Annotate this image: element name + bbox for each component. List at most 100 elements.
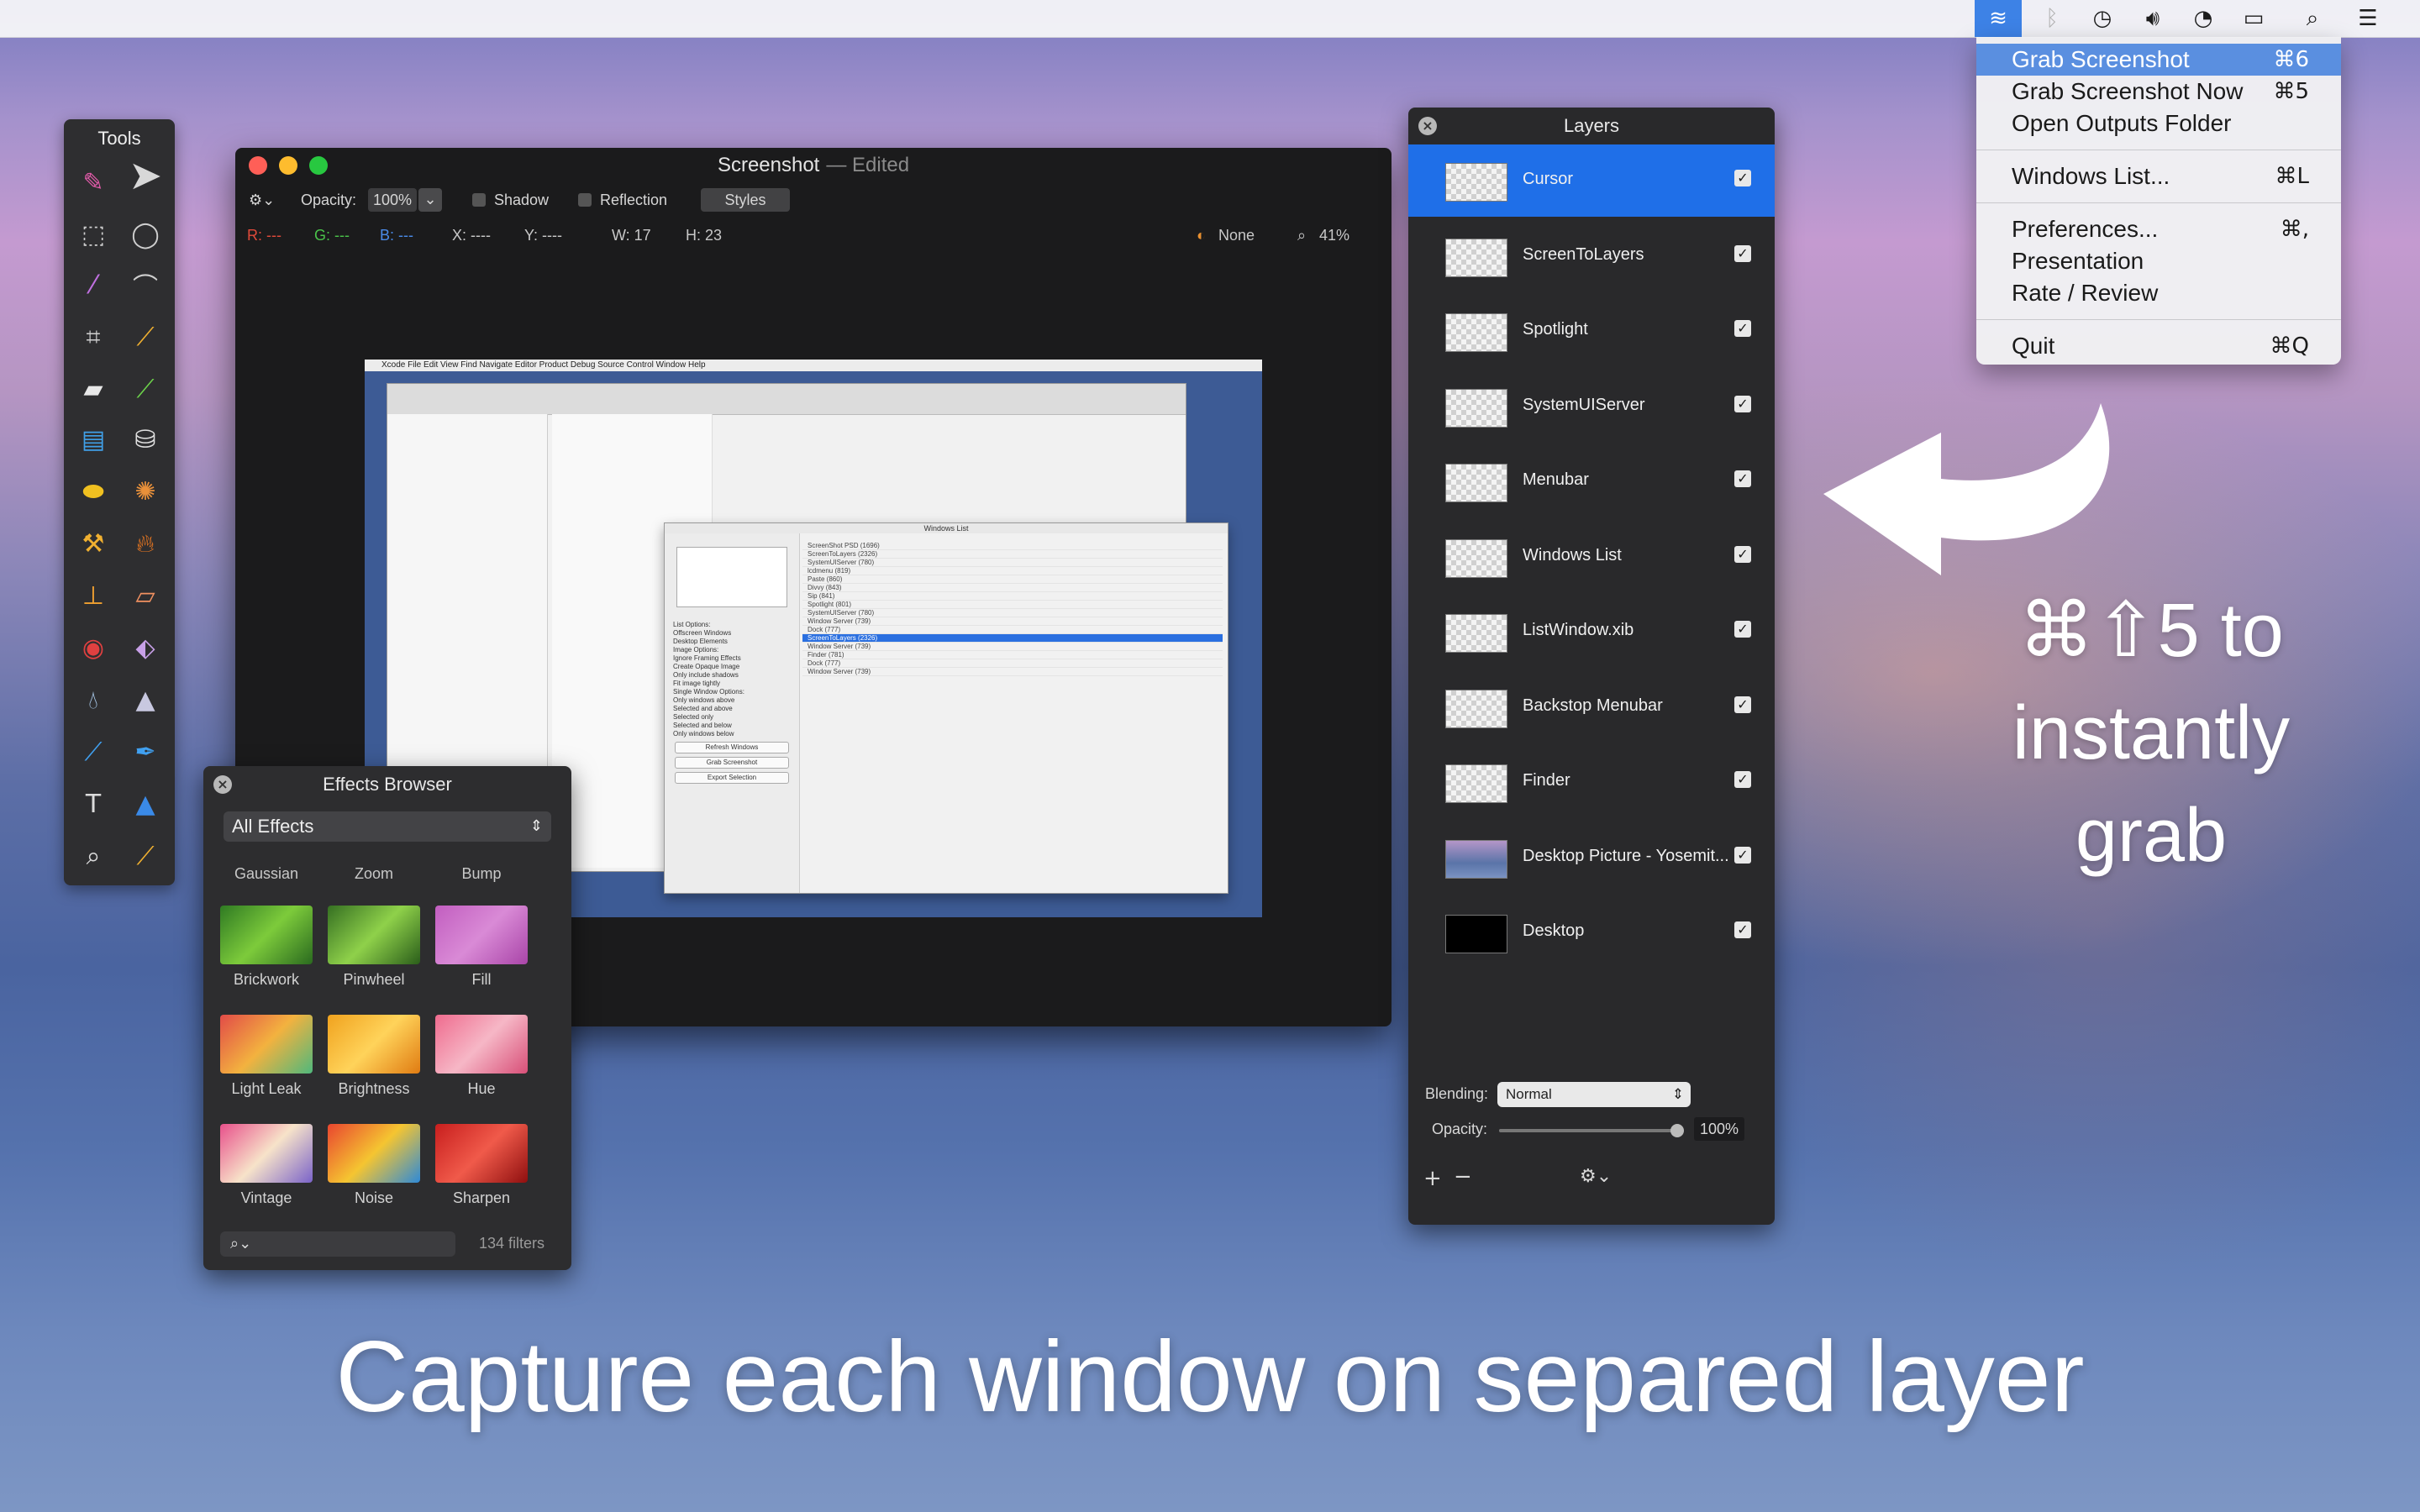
pen-icon[interactable]: ✒ [124, 731, 166, 773]
burn-icon[interactable]: 🔥︎ [124, 522, 166, 564]
close-icon[interactable]: × [1418, 117, 1437, 135]
layer-row[interactable]: ScreenToLayers ✓ [1408, 220, 1775, 292]
effect-tile[interactable]: Noise [328, 1124, 420, 1207]
gradient-icon[interactable]: ▤ [72, 418, 114, 460]
add-layer-button[interactable]: + [1423, 1166, 1442, 1191]
remove-layer-button[interactable]: − [1454, 1164, 1472, 1189]
zoom-button[interactable] [309, 156, 328, 175]
opacity-value-field[interactable]: 100% [1694, 1117, 1744, 1141]
effect-tile[interactable]: Light Leak [220, 1015, 313, 1098]
smudge-icon[interactable]: ⚒ [72, 522, 114, 564]
ellipse-select-icon[interactable]: ◯ [124, 213, 166, 255]
opacity-slider-knob[interactable] [1670, 1124, 1684, 1137]
layer-row[interactable]: Spotlight ✓ [1408, 295, 1775, 367]
eraser-icon[interactable]: ▰ [72, 368, 114, 410]
effect-tile[interactable]: Fill [435, 906, 528, 989]
effect-tile[interactable]: Vintage [220, 1124, 313, 1207]
rect-select-icon[interactable]: ⬚ [72, 213, 114, 255]
effect-tile[interactable]: Brickwork [220, 906, 313, 989]
menu-item-quit[interactable]: Quit ⌘Q [1976, 330, 2341, 362]
menu-item-rate-review[interactable]: Rate / Review [1976, 277, 2341, 309]
layer-row[interactable]: Windows List ✓ [1408, 521, 1775, 593]
arrow-cursor-icon[interactable]: ➤ [124, 152, 166, 199]
visibility-checkbox[interactable]: ✓ [1734, 771, 1751, 788]
visibility-checkbox[interactable]: ✓ [1734, 320, 1751, 337]
height-readout: H: 23 [686, 227, 723, 244]
visibility-checkbox[interactable]: ✓ [1734, 470, 1751, 487]
eyedropper-icon[interactable]: ⟋ [124, 316, 166, 358]
brush-icon[interactable]: ⟋ [124, 368, 166, 410]
layer-row[interactable]: Cursor ✓ [1408, 144, 1775, 217]
visibility-checkbox[interactable]: ✓ [1734, 846, 1751, 864]
effect-tile[interactable]: Brightness [328, 1015, 420, 1098]
dodge-icon[interactable]: ⬖ [124, 627, 166, 669]
visibility-checkbox[interactable]: ✓ [1734, 696, 1751, 713]
layer-row[interactable]: ListWindow.xib ✓ [1408, 596, 1775, 668]
visibility-checkbox[interactable]: ✓ [1734, 621, 1751, 638]
wifi-icon[interactable]: ◔ [2181, 0, 2225, 37]
time-machine-icon[interactable]: ◷ [2081, 0, 2124, 37]
visibility-checkbox[interactable]: ✓ [1734, 921, 1751, 938]
visibility-checkbox[interactable]: ✓ [1734, 395, 1751, 412]
layer-row[interactable]: Desktop Picture - Yosemit... ✓ [1408, 822, 1775, 894]
bluetooth-icon[interactable]: ᛒ [2030, 0, 2074, 37]
spray-icon[interactable]: ✺ [124, 470, 166, 512]
opacity-field[interactable]: 100% [368, 188, 417, 212]
pencil-icon[interactable]: ✎ [72, 161, 114, 203]
stamp-icon[interactable]: ⊥ [72, 575, 114, 617]
bandage-icon[interactable]: ▱ [124, 575, 166, 617]
paint-bucket-icon[interactable]: ⛁ [124, 418, 166, 460]
drop-icon[interactable]: 💧︎ [72, 679, 114, 721]
layer-row[interactable]: Menubar ✓ [1408, 445, 1775, 517]
menu-item-open-outputs-folder[interactable]: Open Outputs Folder [1976, 108, 2341, 139]
styles-button[interactable]: Styles [701, 188, 790, 212]
opacity-slider[interactable] [1499, 1124, 1684, 1137]
visibility-checkbox[interactable]: ✓ [1734, 244, 1751, 262]
screentolayers-status-icon[interactable]: ≋ [1975, 0, 2022, 37]
gear-icon[interactable]: ⚙⌄ [249, 192, 275, 209]
layer-row[interactable]: Finder ✓ [1408, 746, 1775, 818]
menu-item-shortcut: ⌘L [2275, 164, 2310, 189]
menu-item-grab-screenshot-now[interactable]: Grab Screenshot Now ⌘5 [1976, 76, 2341, 108]
spotlight-search-icon[interactable]: ⌕ [2291, 0, 2334, 37]
layer-row[interactable]: Desktop ✓ [1408, 896, 1775, 969]
blob-icon[interactable]: ⬬ [72, 470, 114, 512]
blending-select[interactable]: Normal ⇕ [1497, 1082, 1691, 1107]
menu-item-grab-screenshot[interactable]: Grab Screenshot ⌘6 [1976, 44, 2341, 76]
shadow-checkbox[interactable]: Shadow [472, 192, 549, 209]
notification-center-icon[interactable]: ☰ [2346, 0, 2390, 37]
zoom-icon[interactable]: ⌕ [72, 835, 114, 877]
text-icon[interactable]: T [72, 783, 114, 825]
gear-icon[interactable]: ⚙⌄ [1580, 1166, 1612, 1187]
color-picker-icon[interactable]: ⟋ [124, 835, 166, 877]
layer-row[interactable]: SystemUIServer ✓ [1408, 370, 1775, 443]
effect-tile[interactable]: Sharpen [435, 1124, 528, 1207]
line-icon[interactable]: ⟋ [72, 731, 114, 773]
effect-tile[interactable]: Hue [435, 1015, 528, 1098]
menu-item-label: Grab Screenshot Now [2012, 78, 2244, 104]
effects-category-select[interactable]: All Effects ⇕ [224, 811, 551, 842]
visibility-checkbox[interactable]: ✓ [1734, 170, 1751, 186]
minimize-button[interactable] [279, 156, 297, 175]
sharpen-icon[interactable]: ▲ [124, 679, 166, 721]
menu-item-preferences[interactable]: Preferences... ⌘, [1976, 213, 2341, 245]
close-button[interactable] [249, 156, 267, 175]
effects-search-field[interactable]: ⌕⌄ [220, 1231, 455, 1257]
menu-item-windows-list[interactable]: Windows List... ⌘L [1976, 160, 2341, 192]
layer-name: Cursor [1523, 170, 1574, 188]
battery-icon[interactable]: ▭ [2232, 0, 2275, 37]
menu-item-presentation[interactable]: Presentation [1976, 245, 2341, 277]
lasso-icon[interactable]: ⌒ [124, 264, 166, 306]
chevron-down-icon[interactable]: ⌄ [418, 188, 442, 212]
layer-row[interactable]: Backstop Menubar ✓ [1408, 671, 1775, 743]
blue-readout: B: --- [380, 227, 413, 244]
visibility-checkbox[interactable]: ✓ [1734, 545, 1751, 563]
shape-icon[interactable]: ▲ [124, 783, 166, 825]
crop-icon[interactable]: ⌗ [72, 316, 114, 358]
close-icon[interactable]: × [213, 775, 232, 794]
effect-tile[interactable]: Pinwheel [328, 906, 420, 989]
red-eye-icon[interactable]: ◉ [72, 627, 114, 669]
reflection-checkbox[interactable]: Reflection [578, 192, 667, 209]
magic-wand-icon[interactable]: ⁄ [72, 264, 114, 306]
volume-icon[interactable]: 🔊︎ [2131, 0, 2175, 37]
